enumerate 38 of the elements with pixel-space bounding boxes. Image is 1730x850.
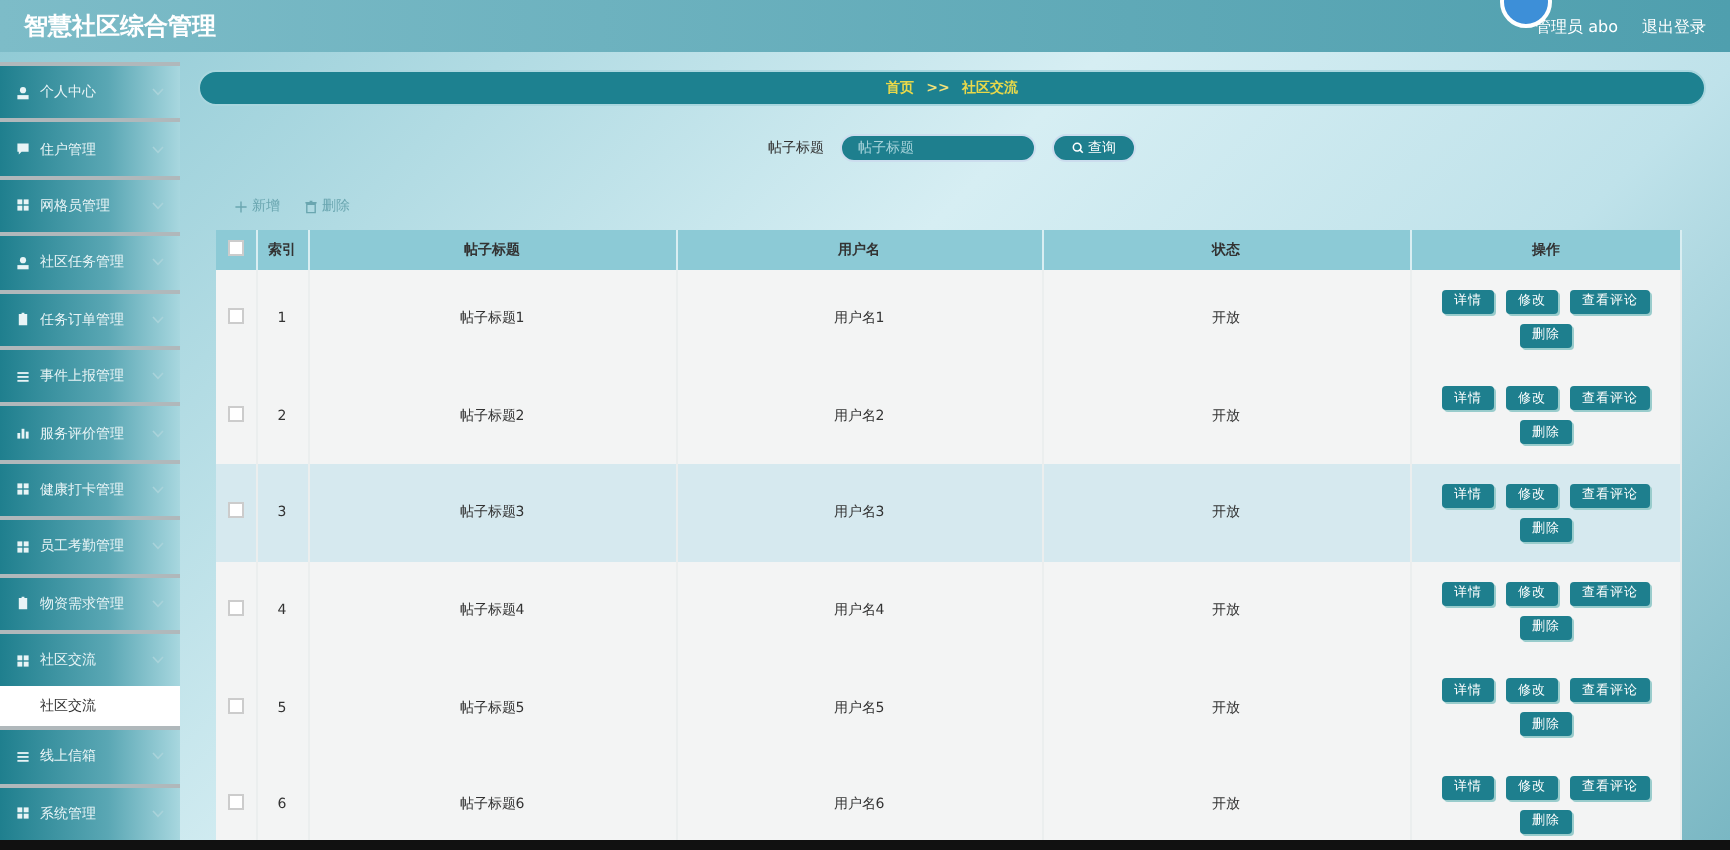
grid-icon — [16, 806, 30, 821]
logout-link[interactable]: 退出登录 — [1642, 15, 1706, 37]
bar-chart-icon — [16, 426, 30, 441]
row-checkbox[interactable] — [227, 600, 244, 617]
row-checkbox[interactable] — [227, 308, 244, 325]
chevron-down-icon — [152, 201, 164, 210]
list-icon — [16, 749, 30, 764]
chevron-down-icon — [152, 599, 164, 608]
chevron-down-icon — [152, 315, 164, 324]
grid-icon — [16, 653, 30, 668]
chevron-down-icon — [152, 372, 164, 381]
user-icon — [16, 255, 30, 270]
chevron-down-icon — [152, 429, 164, 438]
clipboard-icon — [16, 596, 30, 611]
chevron-down-icon — [152, 809, 164, 818]
row-checkbox[interactable] — [227, 794, 244, 811]
chevron-down-icon — [152, 656, 164, 665]
chevron-down-icon — [152, 145, 164, 154]
chevron-down-icon — [152, 485, 164, 494]
grid-icon — [16, 482, 30, 497]
grid-icon — [16, 198, 30, 213]
chevron-down-icon — [152, 542, 164, 551]
select-all-checkbox[interactable] — [227, 240, 244, 256]
row-checkbox[interactable] — [227, 405, 244, 422]
clipboard-icon — [16, 312, 30, 327]
list-icon — [16, 369, 30, 384]
chevron-down-icon — [152, 752, 164, 761]
search-icon — [1072, 142, 1084, 154]
trash-icon — [304, 199, 318, 213]
chevron-down-icon — [152, 88, 164, 97]
row-checkbox[interactable] — [227, 697, 244, 714]
plus-icon — [234, 199, 248, 213]
chat-icon — [16, 142, 30, 157]
row-checkbox[interactable] — [227, 502, 244, 519]
chevron-down-icon — [152, 258, 164, 267]
grid-icon — [16, 539, 30, 554]
user-icon — [16, 85, 30, 100]
app-title: 智慧社区综合管理 — [24, 9, 218, 43]
